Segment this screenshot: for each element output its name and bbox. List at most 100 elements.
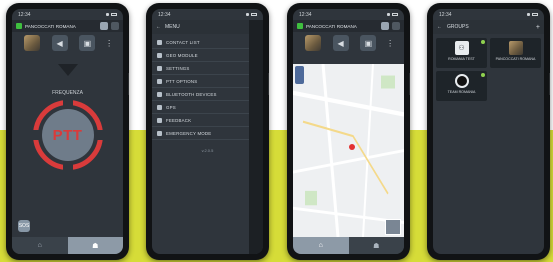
menu-item[interactable]: CONTACT LIST — [152, 36, 263, 49]
phone-groups: 12:34 ← GROUPS + ⚇ ROMANIA TEST PANCOCCA… — [427, 3, 550, 260]
battery-icon — [251, 13, 257, 16]
app-header: PANCOCCATI ROMANA — [12, 20, 123, 32]
toolbar: ◀ ▣ ⋮ — [293, 32, 404, 54]
more-icon[interactable]: ⋮ — [105, 35, 113, 51]
menu-item[interactable]: GPS — [152, 101, 263, 114]
ptt-control[interactable]: PTT — [31, 99, 104, 171]
user-name: PANCOCCATI ROMANA — [306, 23, 357, 29]
location-marker-icon[interactable] — [349, 144, 355, 150]
camera-icon[interactable]: ▣ — [79, 35, 96, 51]
menu-item[interactable]: PTT OPTIONS — [152, 75, 263, 88]
menu-icon[interactable] — [392, 22, 400, 30]
map-roads — [293, 64, 404, 237]
emergency-icon — [157, 130, 162, 136]
menu-item-label: SETTINGS — [166, 65, 190, 71]
side-button — [409, 73, 410, 95]
map-view[interactable] — [293, 64, 404, 237]
contacts-icon[interactable]: ☗ — [348, 237, 404, 254]
home-icon[interactable]: ⌂ — [293, 237, 349, 254]
battery-icon — [111, 13, 117, 16]
ring-gap — [31, 130, 42, 140]
status-icons — [106, 13, 117, 16]
sos-button[interactable]: SOS — [18, 220, 30, 232]
status-time: 12:34 — [18, 11, 31, 18]
ptt-screen: 12:34 PANCOCCATI ROMANA ◀ ▣ ⋮ FREQUENZA … — [12, 9, 123, 254]
menu-item-label: GEO MODULE — [166, 52, 198, 58]
signal-icon — [246, 13, 249, 16]
speaker-icon[interactable]: ◀ — [51, 35, 68, 51]
speaker-icon[interactable]: ◀ — [332, 35, 349, 51]
signal-icon — [106, 13, 109, 16]
add-group-icon[interactable]: + — [536, 24, 540, 31]
group-card[interactable]: TEAM ROMANIA — [436, 71, 487, 101]
map-layers-button[interactable] — [295, 66, 304, 84]
menu-item[interactable]: BLUETOOTH DEVICES — [152, 88, 263, 101]
groups-title: GROUPS — [447, 24, 469, 30]
bluetooth-icon — [157, 91, 162, 97]
toolbar: ◀ ▣ ⋮ — [12, 32, 123, 54]
menu-item-label: PTT OPTIONS — [166, 78, 198, 84]
contacts-icon[interactable]: ☗ — [67, 237, 123, 254]
menu-item-label: BLUETOOTH DEVICES — [166, 91, 217, 97]
group-name: TEAM ROMANIA — [447, 90, 476, 94]
status-time: 12:34 — [299, 11, 312, 18]
menu-item-label: GPS — [166, 104, 176, 110]
menu-list: CONTACT LIST GEO MODULE SETTINGS PTT OPT… — [152, 34, 263, 142]
group-name: ROMANIA TEST — [448, 57, 475, 61]
groups-header: ← GROUPS + — [433, 20, 544, 34]
avatar[interactable] — [23, 35, 40, 51]
home-icon[interactable]: ⌂ — [12, 237, 68, 254]
active-badge — [481, 73, 485, 77]
user-name: PANCOCCATI ROMANA — [25, 23, 76, 29]
group-icon: ⚇ — [454, 41, 469, 55]
menu-item[interactable]: GEO MODULE — [152, 49, 263, 62]
status-bar: 12:34 — [152, 9, 263, 20]
version-label: v.2.0.5 — [201, 148, 214, 153]
ring-gap — [93, 130, 104, 140]
group-icon — [454, 74, 469, 88]
ptt-button[interactable]: PTT — [41, 109, 94, 161]
ring-gap — [62, 161, 73, 171]
more-icon[interactable]: ⋮ — [386, 35, 394, 51]
map-thumbnail[interactable] — [385, 219, 401, 235]
back-arrow-icon[interactable]: ← — [156, 24, 161, 30]
camera-icon[interactable]: ▣ — [360, 35, 377, 51]
menu-item[interactable]: SETTINGS — [152, 62, 263, 75]
menu-icon[interactable] — [111, 22, 119, 30]
status-icons — [527, 13, 538, 16]
group-card[interactable]: PANCOCCATI ROMANA — [490, 38, 541, 68]
back-arrow-icon[interactable]: ← — [437, 24, 442, 30]
ptt-icon — [157, 78, 162, 84]
avatar[interactable] — [304, 35, 321, 51]
ring-gap — [62, 99, 73, 109]
status-time: 12:34 — [439, 11, 452, 18]
bottom-nav: ⌂ ☗ — [12, 237, 123, 254]
group-avatar — [508, 41, 523, 55]
menu-title: MENU — [165, 24, 180, 30]
settings-icon[interactable] — [381, 22, 389, 30]
menu-item-label: EMERGENCY MODE — [166, 130, 212, 136]
status-bar: 12:34 — [12, 9, 123, 20]
group-card[interactable]: ⚇ ROMANIA TEST — [436, 38, 487, 68]
drawer-scrim[interactable] — [249, 20, 263, 254]
menu-item[interactable]: EMERGENCY MODE — [152, 127, 263, 140]
status-bar: 12:34 — [293, 9, 404, 20]
groups-screen: 12:34 ← GROUPS + ⚇ ROMANIA TEST PANCOCCA… — [433, 9, 544, 254]
map-screen: 12:34 PANCOCCATI ROMANA ◀ ▣ ⋮ ⌂ ☗ — [293, 9, 404, 254]
online-status-icon — [297, 23, 303, 29]
gps-icon — [157, 104, 162, 110]
settings-icon[interactable] — [100, 22, 108, 30]
contacts-icon — [157, 39, 162, 45]
active-badge — [481, 40, 485, 44]
phone-map: 12:34 PANCOCCATI ROMANA ◀ ▣ ⋮ ⌂ ☗ — [287, 3, 410, 260]
bottom-nav: ⌂ ☗ — [293, 237, 404, 254]
side-button — [128, 73, 129, 95]
side-button — [549, 73, 550, 95]
status-icons — [387, 13, 398, 16]
settings-icon — [157, 65, 162, 71]
group-name: PANCOCCATI ROMANA — [495, 57, 536, 61]
menu-item[interactable]: FEEDBACK — [152, 114, 263, 127]
menu-item-label: CONTACT LIST — [166, 39, 200, 45]
geo-icon — [157, 52, 162, 58]
menu-item-label: FEEDBACK — [166, 117, 192, 123]
